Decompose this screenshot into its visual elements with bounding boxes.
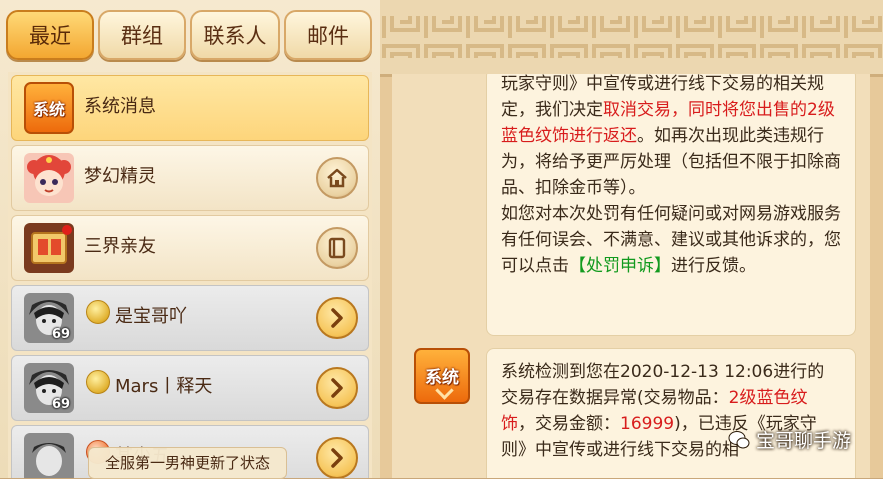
system-sender-icon[interactable]: 系统 — [414, 348, 470, 404]
conversation-three-realms-friends[interactable]: 三界亲友 — [11, 215, 369, 281]
conversation-player-mars[interactable]: 69 Mars丨释天 — [11, 355, 369, 421]
tab-groups[interactable]: 群组 — [98, 10, 186, 60]
conversation-name: 是宝哥吖 — [115, 306, 187, 327]
home-icon — [327, 168, 347, 188]
tab-bar: 最近 群组 联系人 邮件 — [0, 0, 380, 70]
character-avatar: 69 — [24, 363, 74, 413]
tab-recent[interactable]: 最近 — [6, 10, 94, 60]
system-badge-text: 系统 — [32, 100, 65, 119]
home-button[interactable] — [316, 157, 358, 199]
tab-contacts[interactable]: 联系人 — [190, 10, 280, 60]
conversation-name: 系统消息 — [84, 96, 156, 117]
system-badge-icon: 系统 — [24, 82, 74, 134]
book-button[interactable] — [316, 227, 358, 269]
watermark-text: 宝哥聊手游 — [756, 430, 852, 452]
conversation-name: 梦幻精灵 — [84, 166, 156, 187]
message-text: 进行反馈。 — [671, 256, 756, 276]
decorative-border — [380, 0, 883, 77]
level-label: 69 — [52, 327, 71, 342]
wechat-icon — [728, 430, 750, 448]
chat-panel: 玩家守则》中宣传或进行线下交易的相关规定，我们决定取消交易，同时将您出售的2级蓝… — [380, 0, 883, 478]
message-bubble[interactable]: 玩家守则》中宣传或进行线下交易的相关规定，我们决定取消交易，同时将您出售的2级蓝… — [486, 74, 856, 336]
scroll-avatar — [24, 223, 74, 273]
gold-medal-icon — [86, 300, 110, 324]
conversation-dream-fairy[interactable]: 梦幻精灵 — [11, 145, 369, 211]
level-label: 69 — [52, 397, 71, 412]
conversation-system-messages[interactable]: 系统 系统消息 — [11, 75, 369, 141]
fret-pattern-icon — [380, 16, 883, 58]
contact-panel: 最近 群组 联系人 邮件 系统 系统消息 梦幻精灵 三界亲友 69 是宝哥吖 6… — [0, 0, 380, 479]
status-update-toast[interactable]: 全服第一男神更新了状态 — [88, 447, 287, 479]
message-bubble[interactable]: 系统检测到您在2020-12-13 12:06进行的交易存在数据异常(交易物品：… — [486, 348, 856, 478]
fairy-avatar — [24, 153, 74, 203]
conversation-name: 三界亲友 — [84, 236, 156, 257]
character-avatar — [24, 433, 74, 478]
conversation-list[interactable]: 系统 系统消息 梦幻精灵 三界亲友 69 是宝哥吖 69 Mars丨释天 — [8, 72, 372, 478]
book-icon — [328, 237, 346, 259]
chevron-right-icon — [331, 378, 343, 398]
watermark: 宝哥聊手游 — [728, 426, 851, 453]
character-avatar: 69 — [24, 293, 74, 343]
message-text: ，交易金额： — [518, 414, 620, 434]
open-chat-button[interactable] — [316, 437, 358, 478]
open-chat-button[interactable] — [316, 297, 358, 339]
chevron-right-icon — [331, 448, 343, 468]
conversation-name: Mars丨释天 — [115, 376, 213, 397]
message-highlight: 16999 — [620, 414, 675, 434]
message-area[interactable]: 玩家守则》中宣传或进行线下交易的相关规定，我们决定取消交易，同时将您出售的2级蓝… — [392, 74, 870, 478]
gold-medal-icon — [86, 370, 110, 394]
conversation-player-baoge[interactable]: 69 是宝哥吖 — [11, 285, 369, 351]
tab-mail[interactable]: 邮件 — [284, 10, 372, 60]
open-chat-button[interactable] — [316, 367, 358, 409]
chevron-right-icon — [331, 308, 343, 328]
appeal-link[interactable]: 【处罚申诉】 — [569, 256, 671, 276]
